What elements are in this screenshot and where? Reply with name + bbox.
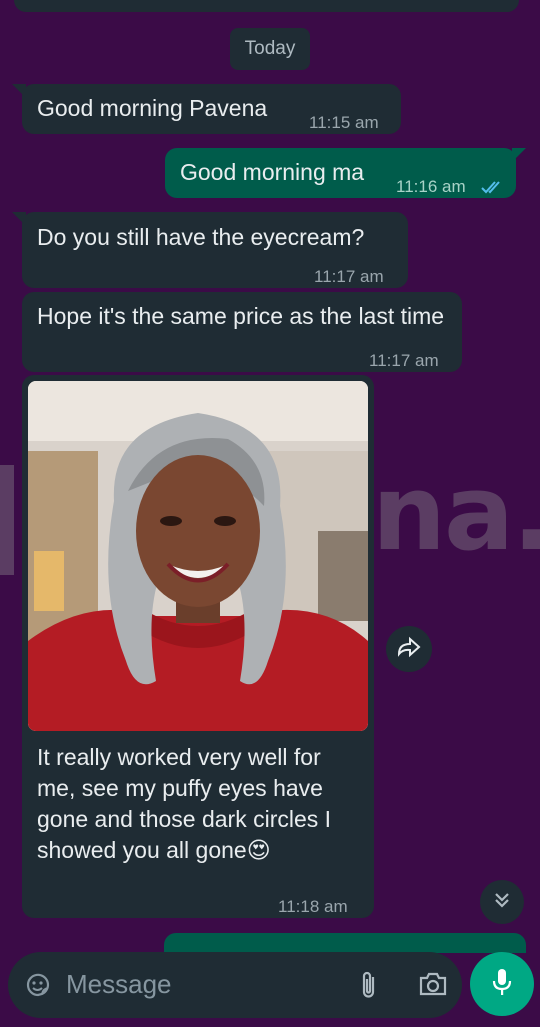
sticker-emoji-icon[interactable]	[24, 971, 52, 1004]
message-time: 11:15 am	[309, 113, 379, 132]
message-text: Good morning Pavena	[37, 95, 268, 121]
portrait-photo	[28, 381, 368, 731]
forward-arrow-icon	[396, 636, 422, 663]
double-check-read-icon	[480, 172, 504, 202]
message-bubble-incoming[interactable]: Do you still have the eyecream? 11:17 am	[12, 212, 408, 288]
camera-icon[interactable]	[418, 971, 448, 1002]
message-input-bar[interactable]: Message	[8, 952, 462, 1018]
image-caption: It really worked very well for me, see m…	[37, 742, 362, 866]
heart-eyes-emoji: 😍	[246, 837, 271, 863]
forward-button[interactable]	[386, 626, 432, 672]
wallpaper-text: na.	[372, 452, 540, 574]
message-time: 11:17 am	[369, 351, 439, 370]
bubble-tail	[12, 212, 26, 226]
scroll-to-bottom-button[interactable]	[480, 880, 524, 924]
photo-thumbnail[interactable]	[28, 381, 368, 731]
caption-text: It really worked very well for me, see m…	[37, 744, 332, 863]
bubble-tail	[12, 84, 26, 98]
message-input-placeholder[interactable]: Message	[66, 969, 172, 1000]
paperclip-icon[interactable]	[357, 969, 381, 1006]
message-text: Hope it's the same price as the last tim…	[37, 303, 445, 329]
message-time: 11:17 am	[314, 267, 384, 286]
voice-record-button[interactable]	[470, 952, 534, 1016]
microphone-icon	[491, 967, 513, 1002]
message-text: Do you still have the eyecream?	[37, 224, 365, 250]
message-time: 11:16 am	[396, 177, 466, 196]
date-divider: Today	[230, 28, 310, 70]
double-chevron-down-icon	[492, 890, 512, 915]
message-bubble-outgoing[interactable]: Good morning ma 11:16 am	[165, 148, 526, 198]
image-message-bubble[interactable]: It really worked very well for me, see m…	[22, 375, 374, 918]
next-message-edge	[164, 933, 526, 953]
message-time: 11:18 am	[278, 897, 348, 916]
bubble-tail	[512, 148, 526, 162]
wallpaper-shape	[0, 465, 14, 575]
message-bubble-incoming[interactable]: Hope it's the same price as the last tim…	[22, 292, 462, 372]
previous-message-edge	[14, 0, 519, 12]
message-text: Good morning ma	[180, 159, 365, 185]
message-bubble-incoming[interactable]: Good morning Pavena 11:15 am	[12, 84, 401, 134]
